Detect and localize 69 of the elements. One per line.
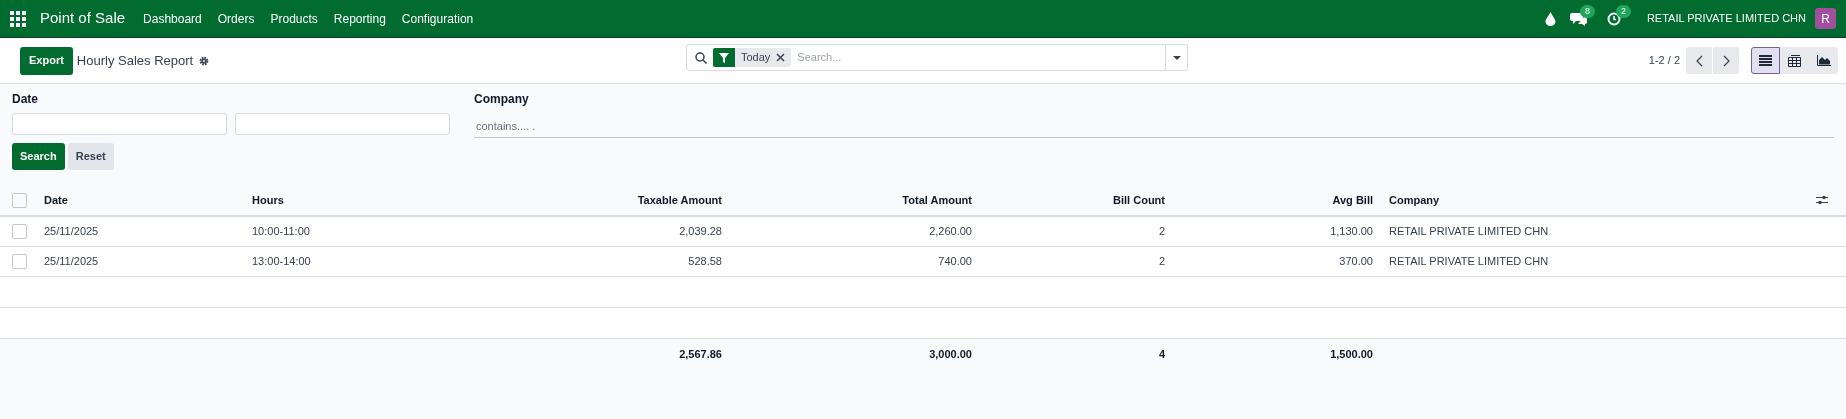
clock-icon[interactable] bbox=[1606, 11, 1621, 26]
caret-icon bbox=[1172, 55, 1181, 60]
table-cell: 10:00-11:00 bbox=[252, 225, 310, 237]
menu-item[interactable]: Products bbox=[262, 9, 326, 28]
area-chart-icon bbox=[1816, 55, 1831, 66]
table-cell: 13:00-14:00 bbox=[252, 254, 311, 267]
table-cell: 25/11/2025 bbox=[44, 254, 99, 267]
column-header[interactable]: Bill Count bbox=[1113, 193, 1165, 206]
column-header[interactable]: Date bbox=[44, 193, 68, 206]
table-cell: 2 bbox=[1158, 254, 1165, 267]
date-from-field[interactable] bbox=[12, 113, 227, 135]
column-header[interactable]: Hours bbox=[252, 193, 284, 206]
menu-item[interactable]: Configuration bbox=[393, 9, 482, 28]
user-avatar[interactable]: R bbox=[1815, 8, 1836, 29]
chevron-left-icon bbox=[1695, 54, 1703, 67]
list-icon bbox=[1759, 55, 1772, 66]
menu-item[interactable]: Orders bbox=[209, 9, 263, 28]
pager-value[interactable]: 1-2 / 2 bbox=[1648, 52, 1680, 69]
filter-facet[interactable]: Today bbox=[713, 48, 792, 67]
table-cell: 25/11/2025 bbox=[44, 225, 99, 237]
app-menu-icon[interactable] bbox=[10, 10, 26, 27]
notification-badge: 2 bbox=[1615, 4, 1631, 18]
table-cell: 370.00 bbox=[1339, 254, 1373, 267]
column-header[interactable]: Taxable Amount bbox=[637, 193, 722, 206]
export-button[interactable]: Export bbox=[20, 46, 73, 75]
facet-label: Today bbox=[740, 50, 772, 66]
table-cell: RETAIL PRIVATE LIMITED CHN bbox=[1389, 254, 1549, 267]
reset-button[interactable]: Reset bbox=[67, 143, 114, 170]
search-field[interactable]: Today Search... bbox=[686, 44, 1166, 71]
table-cell: 1,130.00 bbox=[1330, 225, 1373, 237]
sliders-icon[interactable] bbox=[1816, 195, 1828, 205]
chevron-right-icon bbox=[1722, 54, 1730, 67]
notification-badge: 8 bbox=[1579, 4, 1595, 18]
chat-icon[interactable] bbox=[1569, 11, 1587, 26]
menu-item[interactable]: Reporting bbox=[325, 9, 394, 28]
table-cell: RETAIL PRIVATE LIMITED CHN bbox=[1389, 225, 1549, 237]
row-checkbox[interactable] bbox=[12, 253, 27, 269]
funnel-icon bbox=[719, 52, 729, 63]
column-header[interactable]: Company bbox=[1389, 193, 1440, 206]
drop-icon[interactable] bbox=[1544, 11, 1556, 26]
row-checkbox[interactable] bbox=[12, 192, 27, 208]
page-title: Hourly Sales Report bbox=[76, 51, 194, 70]
menu-item[interactable]: Dashboard bbox=[135, 9, 210, 28]
search-icon bbox=[695, 51, 707, 64]
row-checkbox[interactable] bbox=[12, 223, 27, 239]
total-cell: 3,000.00 bbox=[929, 347, 972, 360]
table-cell: 2,260.00 bbox=[929, 225, 972, 237]
total-cell: 2,567.86 bbox=[679, 347, 722, 360]
column-header[interactable]: Total Amount bbox=[902, 193, 972, 206]
table-cell: 740.00 bbox=[938, 254, 972, 267]
field-label: Company bbox=[474, 91, 530, 108]
date-to-field[interactable] bbox=[235, 113, 450, 135]
search-input[interactable]: Search... bbox=[797, 49, 1165, 66]
search-options-button[interactable] bbox=[1165, 44, 1188, 71]
table-cell: 2 bbox=[1158, 225, 1165, 237]
field-label: Date bbox=[12, 91, 39, 108]
view-switch-button[interactable] bbox=[1751, 47, 1780, 74]
table-icon bbox=[1788, 54, 1801, 67]
app-name[interactable]: Point of Sale bbox=[40, 7, 126, 30]
company-field[interactable]: contains.... . bbox=[474, 115, 1834, 138]
total-cell: 1,500.00 bbox=[1330, 347, 1373, 360]
gear-icon[interactable] bbox=[199, 55, 210, 66]
close-icon[interactable] bbox=[776, 53, 786, 62]
column-header[interactable]: Avg Bill bbox=[1332, 193, 1373, 206]
table-cell: 528.58 bbox=[688, 254, 722, 267]
total-cell: 4 bbox=[1158, 347, 1165, 360]
search-button[interactable]: Search bbox=[12, 143, 65, 170]
table-cell: 2,039.28 bbox=[679, 225, 722, 237]
company-switcher[interactable]: RETAIL PRIVATE LIMITED CHN bbox=[1646, 10, 1806, 27]
